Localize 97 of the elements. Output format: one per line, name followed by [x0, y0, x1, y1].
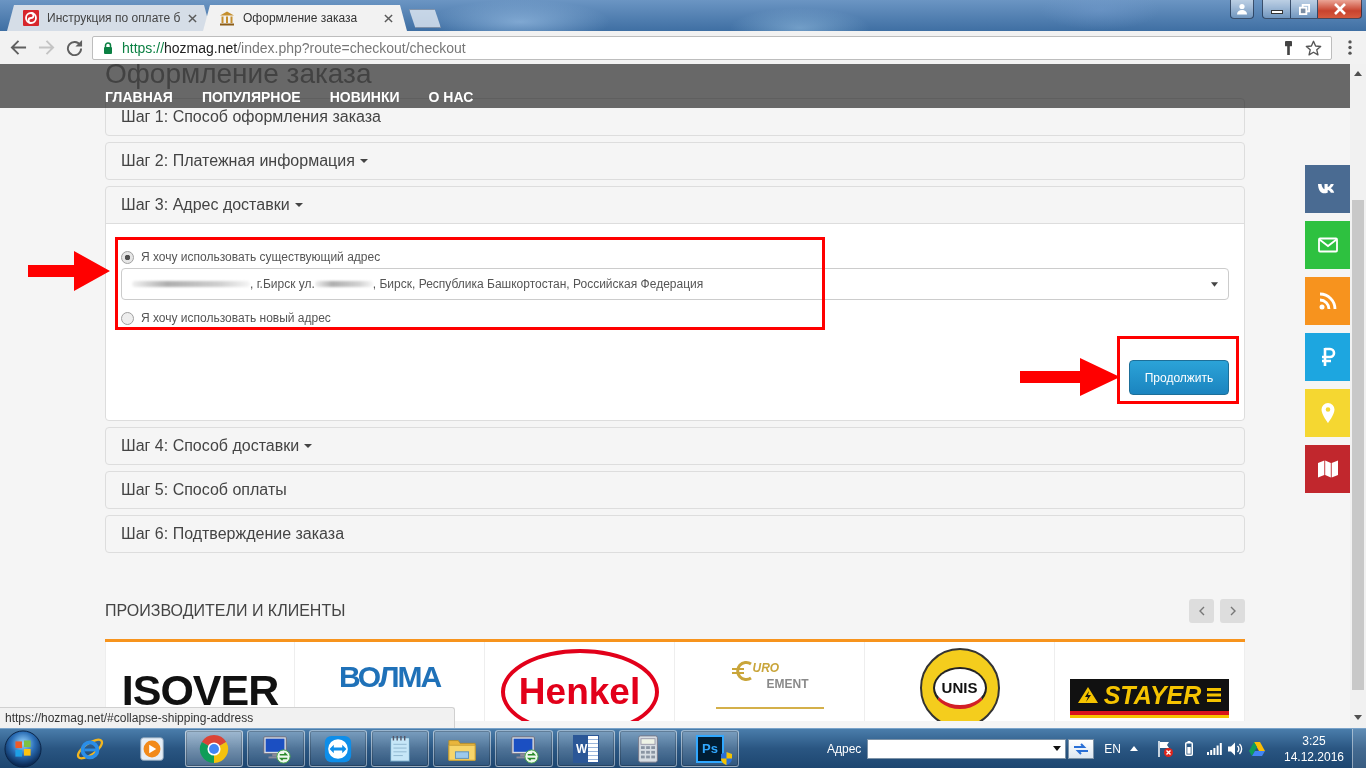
battery-icon[interactable]	[1185, 741, 1193, 756]
teamviewer-icon	[323, 733, 353, 764]
remote-desktop-icon	[509, 733, 539, 764]
social-link-button[interactable]	[1305, 445, 1350, 493]
social-link-button[interactable]	[1305, 333, 1350, 381]
taskbar-button[interactable]	[185, 730, 243, 767]
dropdown-caret-icon[interactable]	[1053, 746, 1062, 751]
taskbar-button[interactable]	[371, 730, 429, 767]
clock-time[interactable]: 3:25	[1302, 732, 1326, 749]
taskbar-button[interactable]	[247, 730, 305, 767]
word-document-icon: W	[573, 734, 599, 763]
chevron-right-icon	[1229, 606, 1236, 616]
restore-button[interactable]	[1290, 0, 1318, 19]
rss-icon	[1317, 291, 1338, 311]
radio-button[interactable]	[121, 250, 134, 264]
address-field[interactable]: https://hozmag.net/index.php?route=checkout/checkout	[92, 35, 1332, 60]
profile-button[interactable]	[1230, 0, 1254, 19]
dropdown-caret-icon	[1211, 281, 1218, 287]
logo-tile[interactable]: STAYER	[1055, 642, 1245, 721]
chrome-icon	[199, 733, 229, 764]
taskbar-button[interactable]	[619, 730, 677, 767]
lock-icon	[103, 41, 113, 54]
step-title[interactable]: Шаг 2: Платежная информация	[121, 152, 355, 170]
logo-tile[interactable]: Henkel	[485, 642, 675, 721]
person-icon	[1236, 3, 1248, 15]
browser-tab[interactable]: Оформление заказа	[203, 5, 407, 31]
scrollbar-thumb[interactable]	[1352, 200, 1364, 690]
scroll-up-icon[interactable]	[1354, 71, 1362, 76]
start-button[interactable]	[3, 729, 43, 768]
close-window-button[interactable]	[1318, 0, 1362, 19]
scroll-down-icon[interactable]	[1354, 715, 1362, 720]
step-title: Шаг 6: Подтверждение заказа	[121, 525, 345, 543]
flag-error-icon[interactable]	[1157, 740, 1173, 757]
restore-icon	[1298, 3, 1310, 15]
clock-date[interactable]: 14.12.2016	[1283, 748, 1345, 765]
address-input[interactable]	[867, 738, 1067, 759]
step-title[interactable]: Шаг 3: Адрес доставки	[121, 196, 290, 214]
bookmark-star-icon[interactable]	[1305, 39, 1322, 56]
taskbar-button[interactable]	[309, 730, 367, 767]
scrollbar[interactable]	[1350, 64, 1366, 728]
caret-icon[interactable]	[359, 159, 368, 163]
photoshop-icon: Ps	[696, 734, 724, 763]
signal-bars-icon[interactable]	[1207, 742, 1222, 755]
caret-icon[interactable]	[304, 444, 313, 448]
brand-logo: STAYER	[1103, 680, 1202, 710]
radio-label[interactable]: Я хочу использовать новый адрес	[141, 311, 331, 325]
url-text: https://hozmag.net/index.php?route=checkout/checkout	[122, 39, 466, 56]
logo-text: EMENT	[766, 678, 809, 691]
logo-text: URO	[752, 662, 781, 675]
language-indicator[interactable]: EN	[1104, 741, 1121, 756]
close-icon	[1332, 3, 1347, 15]
caret-icon[interactable]	[294, 203, 303, 207]
step-title: Шаг 1: Способ оформления заказа	[121, 108, 381, 126]
redacted-block	[314, 281, 373, 287]
key-icon[interactable]	[1285, 40, 1292, 55]
status-url-tooltip: https://hozmag.net/#collapse-shipping-address	[0, 707, 455, 728]
nav-link[interactable]: НОВИНКИ	[329, 90, 400, 104]
chevron-up-icon[interactable]	[1130, 746, 1138, 751]
toolbar-label: Адрес	[826, 741, 862, 756]
step-title: Шаг 5: Способ оплаты	[121, 481, 287, 499]
address-select[interactable]: , г.Бирск ул. , Бирск, Республика Башкортостан, Российская Федерация	[121, 268, 1229, 300]
close-icon[interactable]	[384, 13, 393, 23]
triple-bar-icon	[1207, 688, 1222, 702]
remote-desktop-icon	[261, 733, 291, 764]
taskbar-button[interactable]	[495, 730, 553, 767]
social-link-button[interactable]	[1305, 165, 1350, 213]
step-title[interactable]: Шаг 4: Способ доставки	[121, 437, 300, 455]
minimize-icon	[1270, 10, 1283, 14]
close-icon[interactable]	[188, 13, 198, 23]
nav-link[interactable]: О НАС	[428, 90, 474, 104]
reload-icon[interactable]	[66, 39, 83, 56]
columns-favicon-icon	[219, 10, 235, 26]
taskbar-button[interactable]: W	[557, 730, 615, 767]
show-desktop-button[interactable]	[1352, 729, 1366, 768]
back-arrow-icon[interactable]	[10, 39, 27, 56]
envelope-icon	[1317, 235, 1338, 255]
go-button[interactable]	[1068, 738, 1095, 759]
swap-arrows-icon	[1073, 741, 1090, 756]
swirl-favicon-icon	[23, 10, 39, 26]
radio-button[interactable]	[121, 311, 134, 325]
brand-logo: ВОЛМА	[338, 662, 441, 692]
nav-link[interactable]: ПОПУЛЯРНОЕ	[201, 90, 301, 104]
triangle-logo-icon[interactable]	[1249, 741, 1265, 756]
folded-map-icon	[1317, 459, 1338, 479]
radio-label[interactable]: Я хочу использовать существующий адрес	[141, 250, 381, 264]
logo-tile[interactable]: UNIS	[865, 642, 1055, 721]
speaker-icon[interactable]	[1228, 741, 1243, 756]
chevron-left-icon	[1198, 606, 1205, 616]
taskbar-button[interactable]: Ps	[681, 730, 739, 767]
triangle-icon	[1077, 687, 1098, 703]
minimize-button[interactable]	[1262, 0, 1290, 19]
taskbar-button[interactable]	[433, 730, 491, 767]
menu-icon[interactable]	[1348, 40, 1352, 55]
new-tab-button[interactable]	[409, 9, 441, 28]
nav-link[interactable]: ГЛАВНАЯ	[105, 90, 173, 104]
section-title: ПРОИЗВОДИТЕЛИ И КЛИЕНТЫ	[105, 602, 346, 620]
shield-icon	[721, 752, 732, 765]
